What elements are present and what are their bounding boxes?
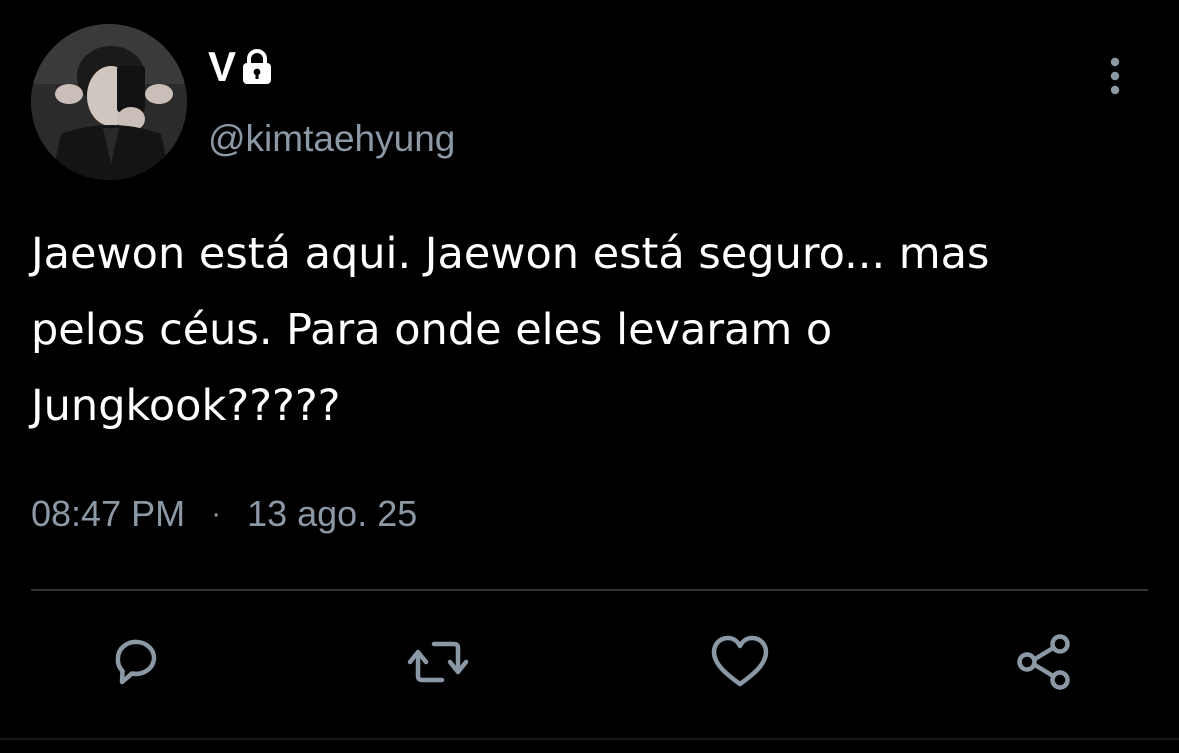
heart-icon: [711, 635, 769, 687]
reply-icon: [115, 639, 157, 685]
reply-button[interactable]: [104, 630, 168, 694]
tweet-date[interactable]: 13 ago. 25: [247, 490, 417, 538]
lock-icon: [243, 49, 272, 84]
like-button[interactable]: [708, 630, 772, 694]
more-options-button[interactable]: [1096, 54, 1134, 98]
share-button[interactable]: [1012, 630, 1076, 694]
bottom-divider: [0, 738, 1179, 740]
share-icon: [1017, 634, 1070, 690]
retweet-button[interactable]: [406, 630, 470, 694]
display-name[interactable]: V: [208, 42, 236, 92]
divider: [31, 589, 1148, 591]
name-row: V: [208, 42, 274, 92]
tweet-card: V @kimtaehyung Jaewon está aqui. Jaewon …: [0, 0, 1179, 753]
user-handle[interactable]: @kimtaehyung: [208, 116, 455, 162]
tweet-meta: 08:47 PM · 13 ago. 25: [31, 490, 417, 538]
tweet-text: Jaewon está aqui. Jaewon está seguro... …: [31, 229, 990, 431]
tweet-time[interactable]: 08:47 PM: [31, 490, 185, 538]
avatar[interactable]: [31, 24, 187, 180]
avatar-photo: [31, 24, 187, 180]
meta-separator: ·: [211, 497, 222, 530]
retweet-icon: [407, 641, 469, 683]
more-vertical-icon: [1110, 57, 1120, 95]
